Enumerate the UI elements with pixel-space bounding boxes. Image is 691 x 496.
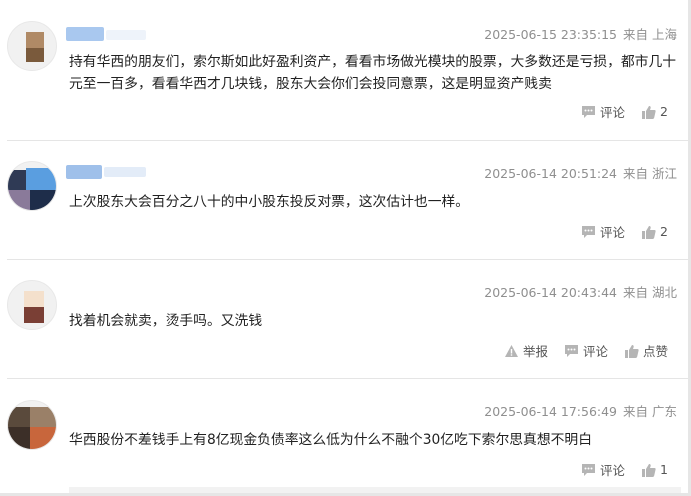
warning-icon — [504, 344, 518, 357]
comment-button[interactable]: 评论 — [564, 341, 608, 360]
comment-label: 评论 — [582, 344, 608, 359]
comment-label: 评论 — [600, 463, 626, 478]
comment-timestamp: 2025-06-14 17:56:49 — [484, 404, 618, 419]
comment-meta: 2025-06-15 23:35:15 来自 上海 — [484, 24, 677, 43]
avatar[interactable] — [7, 280, 57, 330]
like-button[interactable]: 2 — [641, 104, 668, 119]
avatar[interactable] — [7, 400, 57, 450]
comment-button[interactable]: 评论 — [581, 460, 625, 479]
comment-timestamp: 2025-06-15 23:35:15 — [484, 27, 618, 42]
username-redacted[interactable] — [66, 165, 102, 179]
username-redacted — [104, 167, 146, 177]
comment-icon — [582, 105, 596, 118]
like-count: 1 — [660, 462, 668, 477]
comment-text: 找着机会就卖，烫手吗。又洗钱 — [69, 313, 263, 329]
thumbs-up-icon — [642, 463, 656, 477]
thumbs-up-icon — [624, 344, 639, 358]
like-label: 点赞 — [642, 344, 668, 359]
comment-location: 来自 上海 — [623, 27, 677, 42]
comment-label: 评论 — [600, 225, 626, 240]
comment-location: 来自 广东 — [623, 404, 677, 419]
comment-actions: 评论 1 — [565, 460, 668, 479]
comment-timestamp: 2025-06-14 20:51:24 — [484, 166, 618, 181]
comment-timestamp: 2025-06-14 20:43:44 — [484, 285, 618, 300]
comment-location: 来自 浙江 — [623, 166, 677, 181]
comment-icon — [582, 225, 596, 238]
thumbs-up-icon — [642, 105, 656, 119]
like-count: 2 — [660, 104, 668, 119]
report-button[interactable]: 举报 — [504, 341, 548, 360]
comment-label: 评论 — [600, 105, 626, 120]
thumbs-up-icon — [642, 225, 656, 239]
comment-actions: 评论 2 — [565, 222, 668, 241]
username-redacted[interactable] — [66, 27, 104, 41]
comment-button[interactable]: 评论 — [581, 222, 625, 241]
comment-actions: 评论 2 — [565, 102, 668, 121]
comment-item: 2025-06-14 20:43:44 来自 湖北 找着机会就卖，烫手吗。又洗钱 … — [0, 260, 688, 378]
like-count: 2 — [660, 224, 668, 239]
avatar[interactable] — [7, 21, 57, 71]
like-button[interactable]: 2 — [641, 224, 668, 239]
comment-icon — [564, 344, 578, 357]
like-button[interactable]: 1 — [641, 462, 668, 477]
comment-text: 上次股东大会百分之八十的中小股东投反对票，这次估计也一样。 — [69, 194, 470, 210]
comment-item: 2025-06-14 17:56:49 来自 广东 华西股份不差钱手上有8亿现金负… — [0, 379, 688, 496]
comment-list: 2025-06-15 23:35:15 来自 上海 持有华西的朋友们，索尔斯如此好… — [0, 0, 691, 496]
comment-button[interactable]: 评论 — [581, 102, 625, 121]
comment-location: 来自 湖北 — [623, 285, 677, 300]
comment-meta: 2025-06-14 17:56:49 来自 广东 — [484, 401, 677, 420]
avatar[interactable] — [7, 161, 57, 211]
comment-item: 2025-06-14 20:51:24 来自 浙江 上次股东大会百分之八十的中小股… — [0, 141, 688, 259]
username-redacted — [106, 30, 146, 40]
comment-text: 持有华西的朋友们，索尔斯如此好盈利资产，看看市场做光模块的股票，大多数还是亏损，… — [69, 54, 677, 92]
like-button[interactable]: 点赞 — [624, 341, 668, 360]
report-label: 举报 — [522, 344, 548, 359]
comment-meta: 2025-06-14 20:43:44 来自 湖北 — [484, 282, 677, 301]
comment-meta: 2025-06-14 20:51:24 来自 浙江 — [484, 163, 677, 182]
comment-text: 华西股份不差钱手上有8亿现金负债率这么低为什么不融个30亿吃下索尔思真想不明白 — [69, 432, 593, 448]
comment-item: 2025-06-15 23:35:15 来自 上海 持有华西的朋友们，索尔斯如此好… — [0, 0, 688, 140]
comment-actions: 举报 评论 点赞 — [488, 341, 668, 360]
comment-icon — [582, 463, 596, 476]
